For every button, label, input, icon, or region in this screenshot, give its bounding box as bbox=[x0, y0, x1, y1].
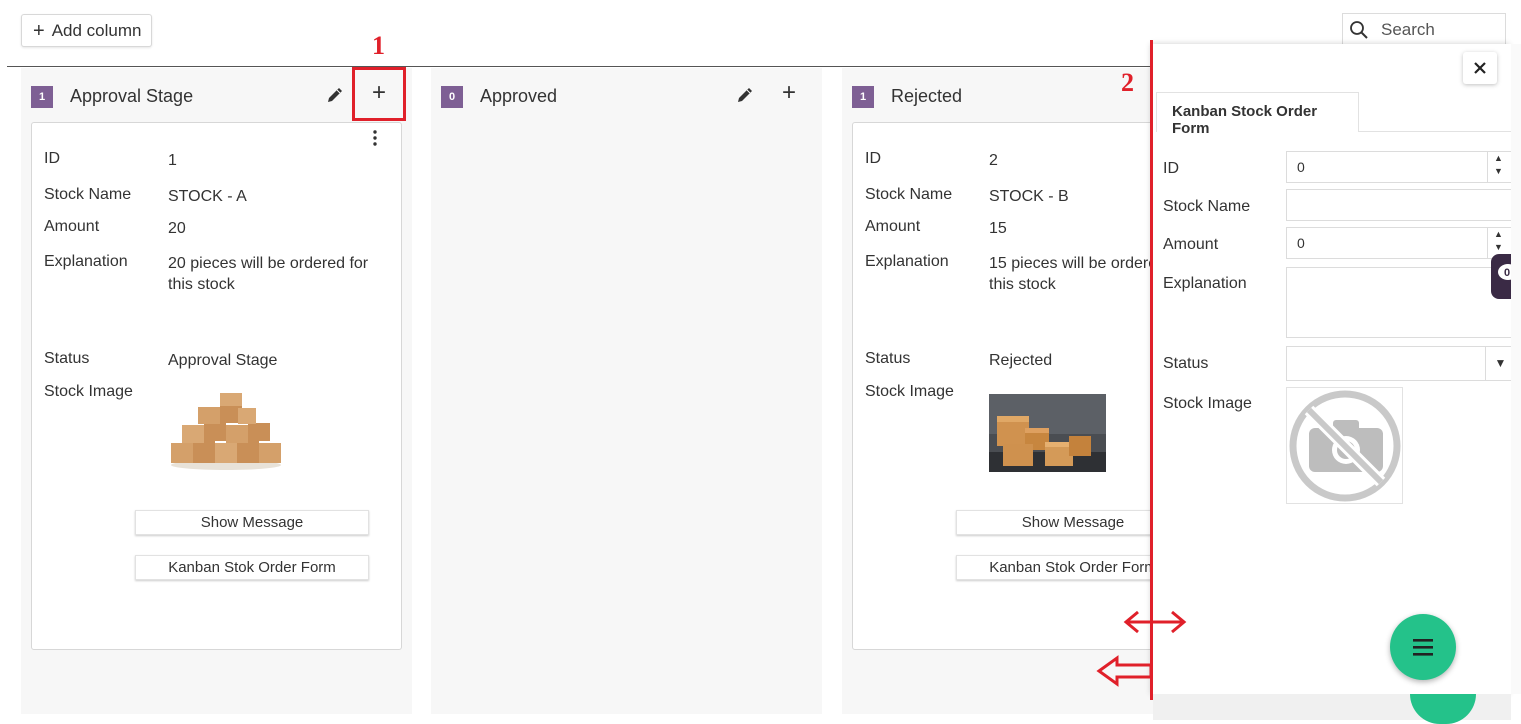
kanban-column-approval-stage: 1 Approval Stage + ID 1 Stock Name STOCK… bbox=[21, 68, 412, 714]
field-label: Explanation bbox=[865, 253, 949, 270]
column-title: Rejected bbox=[891, 86, 963, 106]
field-label: Status bbox=[44, 350, 90, 367]
amount-field[interactable]: 0 ▲ ▼ bbox=[1286, 227, 1511, 259]
field-value: 20 bbox=[168, 220, 186, 237]
search-input[interactable]: Search bbox=[1342, 13, 1506, 46]
field-value: STOCK - A bbox=[168, 188, 247, 205]
id-field-value: 0 bbox=[1297, 159, 1305, 175]
chat-widget-tab[interactable]: 0 bbox=[1491, 254, 1511, 299]
field-label: Stock Name bbox=[865, 186, 953, 203]
column-count-badge: 1 bbox=[852, 86, 874, 108]
close-panel-button[interactable] bbox=[1463, 52, 1497, 84]
status-select[interactable]: ▼ bbox=[1286, 346, 1511, 381]
column-title: Approval Stage bbox=[70, 86, 194, 106]
chat-count: 0 bbox=[1504, 267, 1510, 279]
chevron-down-icon[interactable]: ▼ bbox=[1485, 347, 1511, 380]
column-header: 0 Approved + bbox=[431, 68, 822, 122]
annotation-marker-1: 1 bbox=[372, 31, 385, 60]
field-label: Stock Name bbox=[44, 186, 132, 203]
explanation-textarea[interactable] bbox=[1286, 267, 1511, 338]
edit-column-icon[interactable] bbox=[734, 84, 756, 106]
image-upload[interactable] bbox=[1286, 387, 1403, 504]
search-placeholder: Search bbox=[1381, 19, 1435, 39]
stock-image bbox=[989, 394, 1106, 472]
column-count-badge: 0 bbox=[441, 86, 463, 108]
kanban-order-form-button[interactable]: Kanban Stok Order Form bbox=[135, 555, 369, 580]
annotation-double-arrow bbox=[1123, 610, 1187, 634]
column-count-badge: 1 bbox=[31, 86, 53, 108]
form-label-status: Status bbox=[1163, 355, 1209, 372]
menu-fab-button[interactable] bbox=[1390, 614, 1456, 680]
show-message-button[interactable]: Show Message bbox=[135, 510, 369, 535]
add-card-button[interactable]: + bbox=[777, 81, 801, 106]
form-label-id: ID bbox=[1163, 160, 1179, 177]
stock-image bbox=[171, 393, 281, 470]
field-value: Approval Stage bbox=[168, 352, 278, 369]
edit-column-icon[interactable] bbox=[324, 84, 346, 106]
panel-edge bbox=[1511, 44, 1521, 694]
annotation-highlight-box bbox=[352, 67, 406, 121]
close-icon bbox=[1474, 62, 1486, 74]
add-column-button[interactable]: + Add column bbox=[21, 14, 152, 47]
annotation-resize-line bbox=[1150, 40, 1153, 700]
field-label: ID bbox=[44, 150, 60, 167]
card-menu-icon[interactable] bbox=[369, 129, 381, 147]
annotation-marker-2: 2 bbox=[1121, 68, 1134, 97]
field-label: Explanation bbox=[44, 253, 128, 270]
menu-icon bbox=[1413, 639, 1433, 656]
no-camera-icon bbox=[1289, 390, 1401, 502]
field-label: Stock Image bbox=[865, 383, 954, 400]
plus-icon: + bbox=[33, 19, 45, 42]
field-label: Stock Image bbox=[44, 383, 133, 400]
tab-kanban-stock-order-form[interactable]: Kanban Stock Order Form bbox=[1156, 92, 1359, 137]
tab-divider bbox=[1359, 131, 1511, 132]
form-label-amount: Amount bbox=[1163, 236, 1219, 253]
form-label-explanation: Explanation bbox=[1163, 275, 1247, 292]
amount-field-value: 0 bbox=[1297, 235, 1305, 251]
kanban-card[interactable]: ID 1 Stock Name STOCK - A Amount 20 Expl… bbox=[31, 122, 402, 650]
kanban-column-approved: 0 Approved + bbox=[431, 68, 822, 714]
id-field[interactable]: 0 ▲ ▼ bbox=[1286, 151, 1511, 183]
search-icon bbox=[1350, 20, 1368, 39]
toolbar-divider bbox=[7, 66, 1157, 67]
column-title: Approved bbox=[480, 86, 558, 106]
form-label-stock-image: Stock Image bbox=[1163, 395, 1252, 412]
field-label: ID bbox=[865, 150, 881, 167]
stock-name-field[interactable] bbox=[1286, 189, 1511, 221]
field-value: 20 pieces will be ordered for this stock bbox=[168, 255, 369, 293]
field-label: Amount bbox=[44, 218, 100, 235]
annotation-left-arrow bbox=[1096, 655, 1153, 687]
form-label-stock-name: Stock Name bbox=[1163, 198, 1251, 215]
chat-icon: 0 bbox=[1498, 264, 1511, 280]
field-label: Amount bbox=[865, 218, 921, 235]
field-value: 1 bbox=[168, 152, 177, 169]
order-form-panel: Kanban Stock Order Form ID 0 ▲ ▼ Stock Na… bbox=[1153, 44, 1511, 694]
id-stepper[interactable]: ▲ ▼ bbox=[1487, 152, 1509, 182]
add-column-label: Add column bbox=[51, 20, 142, 40]
field-label: Status bbox=[865, 350, 911, 367]
